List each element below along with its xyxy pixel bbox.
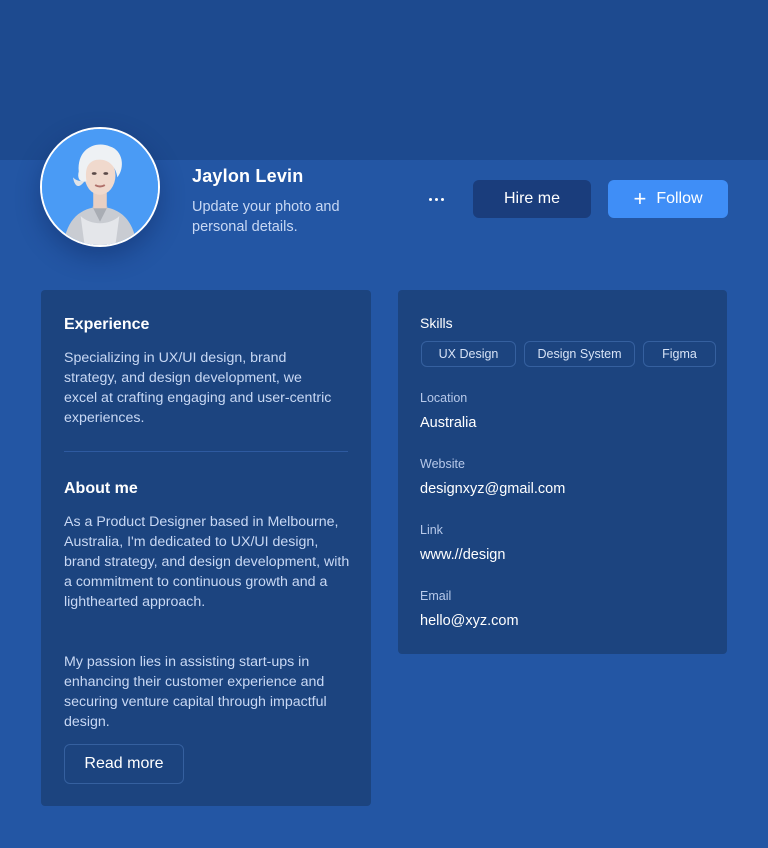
email-value[interactable]: hello@xyz.com: [420, 613, 519, 629]
plus-icon: +: [633, 186, 647, 211]
avatar-photo: [42, 129, 158, 245]
profile-name: Jaylon Levin: [192, 166, 304, 186]
experience-title: Experience: [64, 316, 150, 333]
more-options-button[interactable]: [422, 188, 450, 210]
about-paragraph-1: As a Product Designer based in Melbourne…: [64, 514, 350, 610]
read-more-label: Read more: [84, 755, 164, 772]
website-value[interactable]: designxyz@gmail.com: [420, 481, 565, 497]
link-value[interactable]: www.//design: [420, 547, 505, 563]
email-label: Email: [420, 589, 452, 603]
location-label: Location: [420, 391, 468, 405]
skill-chip[interactable]: UX Design: [421, 341, 516, 367]
hire-me-label: Hire me: [503, 190, 560, 207]
website-label: Website: [420, 457, 465, 471]
avatar[interactable]: [40, 127, 160, 247]
skills-label: Skills: [420, 315, 453, 331]
experience-text: Specializing in UX/UI design, brand stra…: [64, 350, 332, 426]
hire-me-button[interactable]: Hire me: [473, 180, 591, 218]
about-card: Experience Specializing in UX/UI design,…: [41, 290, 371, 806]
read-more-button[interactable]: Read more: [64, 744, 184, 784]
more-horizontal-icon: [428, 197, 432, 201]
about-paragraph-2: My passion lies in assisting start-ups i…: [64, 654, 327, 730]
skill-chip[interactable]: Figma: [643, 341, 716, 367]
location-value: Australia: [420, 415, 477, 431]
follow-button[interactable]: + Follow: [608, 180, 728, 218]
about-title: About me: [64, 480, 138, 497]
profile-subtitle: Update your photo and personal details.: [192, 199, 340, 235]
details-card: Skills UX Design Design System Figma Loc…: [398, 290, 727, 654]
section-divider: [64, 451, 348, 452]
link-label: Link: [420, 523, 443, 537]
follow-label: Follow: [656, 190, 703, 207]
skill-chip[interactable]: Design System: [524, 341, 635, 367]
